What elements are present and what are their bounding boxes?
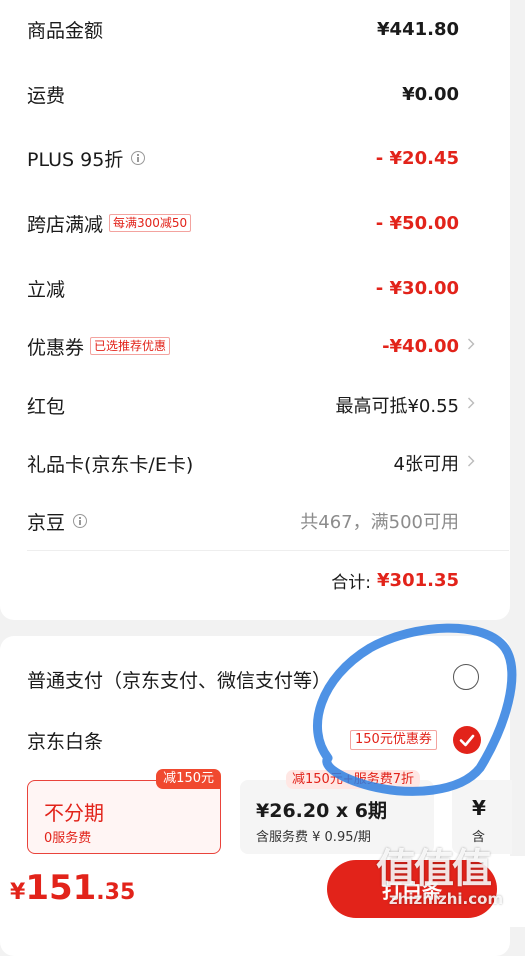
cross-store-label: 跨店满减 xyxy=(27,213,104,236)
payment-option-baitiao[interactable]: 京东白条 xyxy=(27,720,327,760)
coupon-label: 优惠券 xyxy=(27,336,85,359)
gift-card-label: 礼品卡(京东卡/E卡) xyxy=(27,453,194,476)
coupon-tag: 已选推荐优惠 xyxy=(90,337,171,355)
plan-no-installment[interactable]: 减150元 不分期 0服务费 xyxy=(27,769,221,854)
jd-beans-label: 京豆 xyxy=(27,511,66,534)
row-total: 合计: ¥301.35 xyxy=(27,560,459,600)
info-icon[interactable] xyxy=(131,151,146,165)
plan-title: 不分期 xyxy=(44,801,104,825)
shipping-value: ¥0.00 xyxy=(402,83,459,105)
gift-card-value: 4张可用 xyxy=(393,454,459,475)
row-jd-beans: 京豆 共467，满500可用 xyxy=(27,501,459,541)
plan-badge: 减150元 xyxy=(156,769,221,789)
shipping-label: 运费 xyxy=(27,84,66,107)
pay-amount: ¥ 151 .35 xyxy=(10,868,135,908)
plus-discount-value: - ¥20.45 xyxy=(375,147,459,169)
plus-discount-label: PLUS 95折 xyxy=(27,148,124,171)
jd-beans-value: 共467，满500可用 xyxy=(300,512,459,533)
red-packet-label: 红包 xyxy=(27,395,66,418)
row-red-packet[interactable]: 红包 最高可抵¥0.55 xyxy=(27,385,475,425)
plan-more-installments[interactable]: ¥ 含 xyxy=(452,780,512,854)
instant-discount-label: 立减 xyxy=(27,278,66,301)
divider xyxy=(27,550,509,551)
pay-amount-integer: 151 xyxy=(25,868,97,908)
info-icon[interactable] xyxy=(73,514,88,528)
row-instant-discount: 立减 - ¥30.00 xyxy=(27,268,459,308)
watermark-logo: 值值值 zhizhizhi.com xyxy=(376,848,516,920)
goods-amount-value: ¥441.80 xyxy=(377,18,459,40)
row-goods-amount: 商品金额 ¥441.80 xyxy=(27,9,459,49)
plan-title: ¥26.20 x 6期 xyxy=(256,800,388,822)
payment-option-normal[interactable]: 普通支付（京东支付、微信支付等） xyxy=(27,659,331,699)
chevron-right-icon xyxy=(467,338,475,350)
plan-badge: 减150元+服务费7折 xyxy=(286,770,420,789)
watermark-url: zhizhizhi.com xyxy=(388,890,504,908)
normal-payment-label: 普通支付（京东支付、微信支付等） xyxy=(27,669,332,692)
total-label: 合计: xyxy=(331,572,372,593)
row-cross-store-discount: 跨店满减 每满300减50 - ¥50.00 xyxy=(27,203,459,243)
red-packet-value: 最高可抵¥0.55 xyxy=(335,396,459,417)
baitiao-coupon-tag: 150元优惠券 xyxy=(350,730,437,750)
cross-store-tag: 每满300减50 xyxy=(109,214,192,232)
plan-6-installments[interactable]: 减150元+服务费7折 ¥26.20 x 6期 含服务费 ¥ 0.95/期 xyxy=(240,770,434,854)
chevron-right-icon xyxy=(467,397,475,409)
plan-sub: 含 xyxy=(472,830,486,845)
baitiao-label: 京东白条 xyxy=(27,730,104,753)
goods-amount-label: 商品金额 xyxy=(27,19,104,42)
row-plus-discount: PLUS 95折 - ¥20.45 xyxy=(27,138,459,178)
chevron-right-icon xyxy=(467,455,475,467)
row-shipping: 运费 ¥0.00 xyxy=(27,74,459,114)
normal-payment-radio[interactable] xyxy=(453,664,479,690)
baitiao-selected-check-icon[interactable] xyxy=(453,726,481,754)
pay-amount-decimal: .35 xyxy=(96,880,136,905)
watermark-logo-text: 值值值 xyxy=(376,846,492,892)
coupon-value: -¥40.00 xyxy=(382,335,459,357)
plan-sub: 含服务费 ¥ 0.95/期 xyxy=(256,830,371,845)
plan-sub: 0服务费 xyxy=(44,831,92,846)
pay-currency: ¥ xyxy=(10,880,26,905)
plan-title: ¥ xyxy=(472,796,486,820)
cross-store-value: - ¥50.00 xyxy=(375,212,459,234)
total-value: ¥301.35 xyxy=(377,569,459,591)
row-coupon[interactable]: 优惠券 已选推荐优惠 -¥40.00 xyxy=(27,326,475,366)
instant-discount-value: - ¥30.00 xyxy=(375,277,459,299)
row-gift-card[interactable]: 礼品卡(京东卡/E卡) 4张可用 xyxy=(27,443,475,483)
